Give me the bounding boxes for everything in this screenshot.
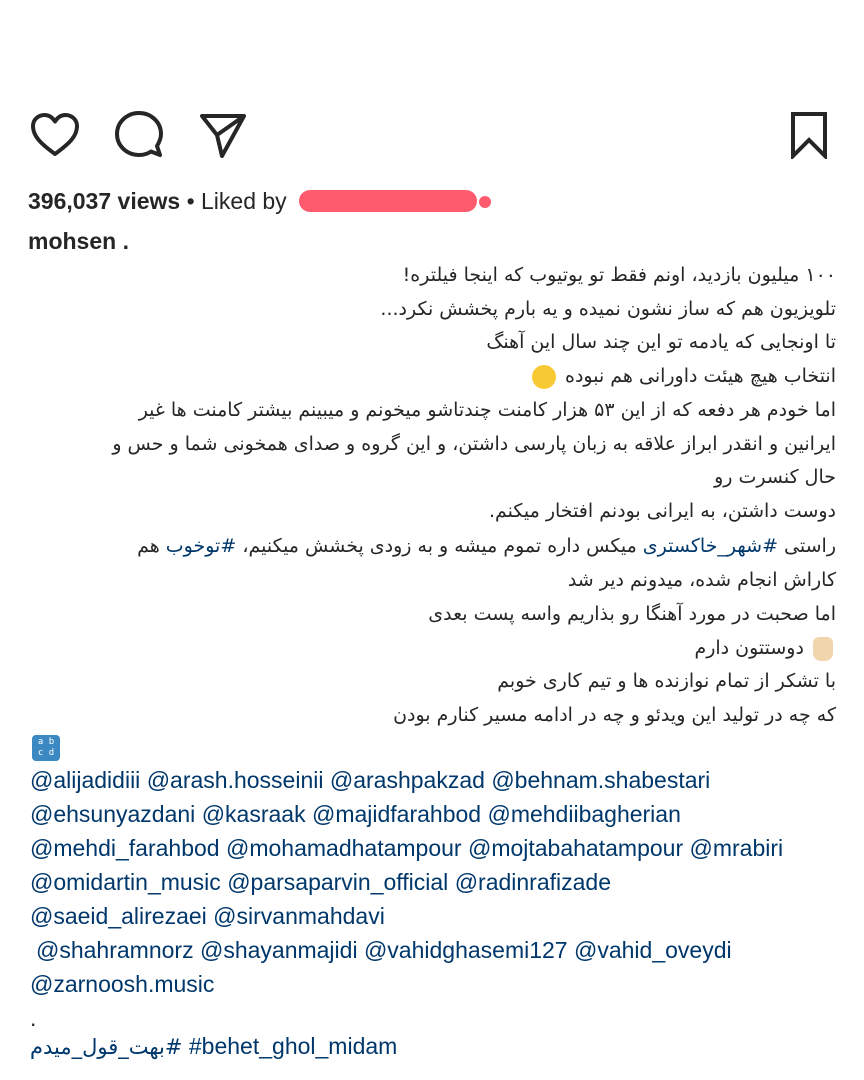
caption-text-rasti: راستی	[784, 535, 836, 557]
liked-by-label: • Liked by	[186, 188, 287, 214]
victory-hand-icon	[813, 636, 833, 661]
like-button[interactable]	[28, 108, 82, 162]
mention-link[interactable]: @majidfarahbod	[312, 801, 481, 827]
views-liked-line: 396,037 views • Liked by	[28, 188, 492, 215]
caption-line-2: تلویزیون هم که ساز نشون نمیده و یه بارم …	[380, 298, 836, 320]
mention-link[interactable]: @arashpakzad	[330, 767, 485, 793]
heart-icon	[31, 113, 79, 156]
mention-link[interactable]: @mojtabahatampour	[468, 835, 683, 861]
mentions-row-3: @mehdi_farahbod @mohamadhatampour @mojta…	[30, 831, 783, 865]
abcd-icon: a b c d	[32, 735, 60, 761]
hashtag-shahr-khakestari[interactable]: #شهر_خاکستری	[643, 535, 778, 557]
mention-link[interactable]: @zarnoosh.music	[30, 971, 214, 997]
hashtag-tokhoob[interactable]: #توخوب	[166, 535, 236, 557]
separator-dot: .	[30, 1005, 37, 1031]
comment-button[interactable]	[112, 108, 166, 162]
mention-link[interactable]: @vahid_oveydi	[574, 937, 732, 963]
mention-link[interactable]: @omidartin_music	[30, 869, 221, 895]
mention-link[interactable]: @parsaparvin_official	[227, 869, 448, 895]
caption-line-7: حال کنسرت رو	[714, 466, 836, 488]
mentions-row-4: @omidartin_music @parsaparvin_official @…	[30, 865, 611, 899]
redacted-liker	[299, 189, 492, 212]
mentions-row-2: @ehsunyazdani @kasraak @majidfarahbod @m…	[30, 797, 681, 831]
mention-link[interactable]: @behnam.shabestari	[491, 767, 710, 793]
mention-link[interactable]: @mehdiibagherian	[487, 801, 680, 827]
mention-link[interactable]: @ehsunyazdani	[30, 801, 195, 827]
caption-line-13: با تشکر از تمام نوازنده ها و تیم کاری خو…	[497, 670, 836, 692]
views-count[interactable]: 396,037 views	[28, 188, 180, 214]
mention-link[interactable]: @vahidghasemi127	[364, 937, 568, 963]
mention-link[interactable]: @arash.hosseinii	[147, 767, 324, 793]
post-username[interactable]: mohsen .	[28, 228, 129, 255]
thinking-face-icon	[531, 364, 556, 389]
post-action-bar	[0, 108, 864, 168]
caption-line-12: دوستتون دارم	[694, 631, 836, 665]
caption-line-5: اما خودم هر دفعه که از این ۵۳ هزار کامنت…	[138, 399, 836, 421]
comment-icon	[115, 111, 163, 157]
mention-link[interactable]: @mohamadhatampour	[226, 835, 462, 861]
hashtag-link[interactable]: #behet_ghol_midam	[189, 1033, 397, 1059]
mention-link[interactable]: @shahramnorz	[36, 937, 194, 963]
mentions-row-5: @saeid_alirezaei @sirvanmahdavi	[30, 899, 385, 933]
caption-text-ham: هم	[137, 535, 160, 557]
mention-link[interactable]: @shayanmajidi	[200, 937, 358, 963]
mention-link[interactable]: @mehdi_farahbod	[30, 835, 220, 861]
mention-link[interactable]: @kasraak	[202, 801, 306, 827]
caption-line-14: که چه در تولید این ویدئو و چه در ادامه م…	[393, 704, 836, 726]
bookmark-icon	[791, 112, 827, 159]
mentions-row-6: @shahramnorz @shayanmajidi @vahidghasemi…	[36, 933, 732, 967]
mentions-row-7: @zarnoosh.music	[30, 967, 214, 1001]
mention-link[interactable]: @sirvanmahdavi	[213, 903, 385, 929]
caption-line-4: انتخاب هیچ هیئت داورانی هم نبوده	[529, 359, 836, 393]
caption-line-6: ایرانین و انقدر ابراز علاقه به زبان پارس…	[112, 433, 836, 455]
caption-line-10: کاراش انجام شده، میدونم دیر شد	[567, 569, 836, 591]
hashtag-link[interactable]: #بهت_قول_میدم	[30, 1035, 183, 1059]
share-button[interactable]	[196, 108, 250, 162]
save-button[interactable]	[782, 108, 836, 162]
caption-line-12-text: دوستتون دارم	[694, 637, 804, 659]
mentions-row-1: @alijadidiii @arash.hosseinii @arashpakz…	[30, 763, 710, 797]
mention-link[interactable]: @radinrafizade	[455, 869, 611, 895]
caption-line-9: راستی #شهر_خاکستری میکس داره تموم میشه و…	[137, 529, 836, 563]
caption-line-8: دوست داشتن، به ایرانی بودنم افتخار میکنم…	[488, 500, 836, 522]
caption-line-1: ۱۰۰ میلیون بازدید، اونم فقط تو یوتیوب که…	[402, 264, 836, 286]
caption-text-mix: میکس داره تموم میشه و به زودی پخشش میکنی…	[242, 535, 637, 557]
paper-plane-icon	[200, 114, 246, 158]
caption-line-3: تا اونجایی که یادمه تو این چند سال این آ…	[486, 331, 836, 353]
caption-line-4-text: انتخاب هیچ هیئت داورانی هم نبوده	[564, 365, 836, 387]
hashtags-row: #بهت_قول_میدم #behet_ghol_midam	[30, 1033, 397, 1060]
mention-link[interactable]: @saeid_alirezaei	[30, 903, 207, 929]
mention-link[interactable]: @alijadidiii	[30, 767, 140, 793]
caption-line-11: اما صحبت در مورد آهنگا رو بذاریم واسه پس…	[428, 603, 836, 625]
mention-link[interactable]: @mrabiri	[690, 835, 784, 861]
